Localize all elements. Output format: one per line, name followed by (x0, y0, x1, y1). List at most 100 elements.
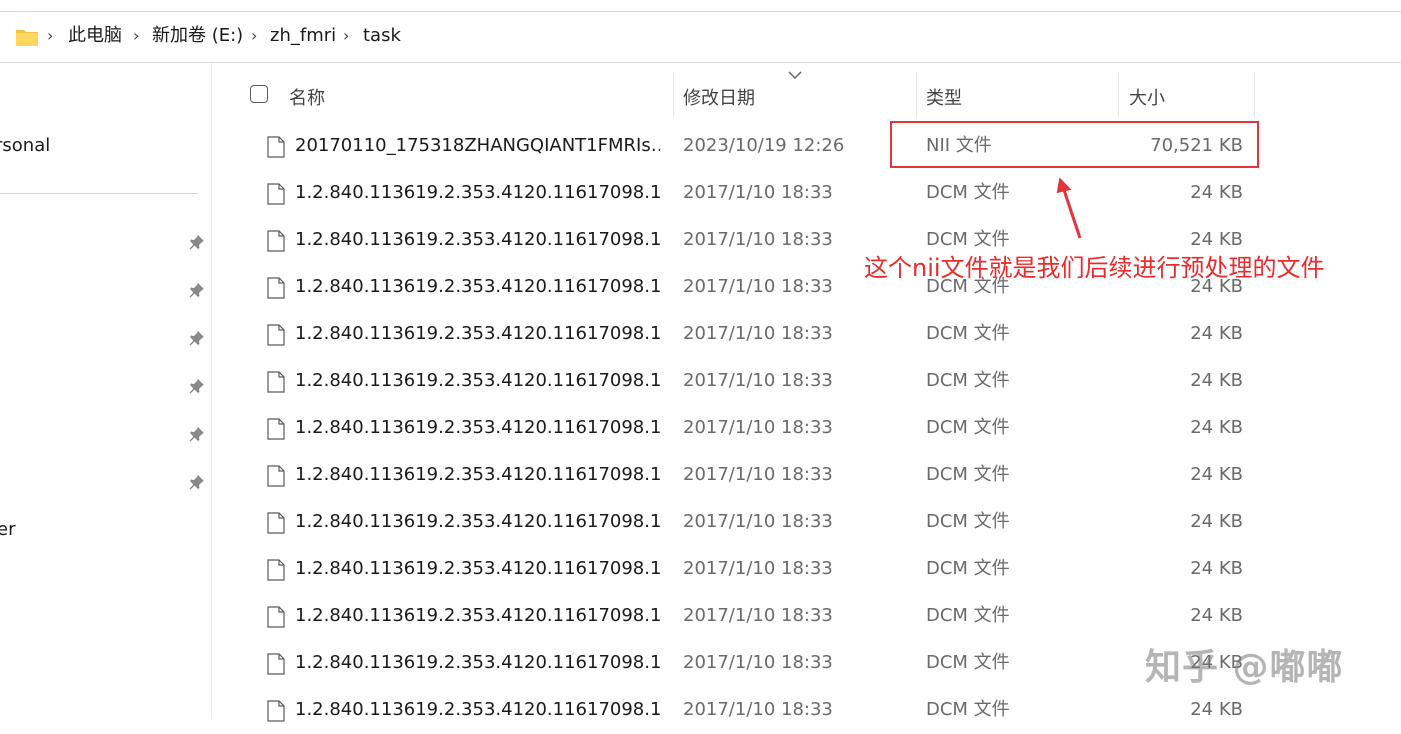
file-size: 24 KB (1190, 699, 1243, 720)
file-icon (267, 465, 285, 487)
file-row[interactable]: 1.2.840.113619.2.353.4120.11617098.19… 20… (240, 170, 1260, 217)
file-icon (267, 230, 285, 252)
nav-item-er[interactable]: er (0, 519, 15, 540)
file-name: 1.2.840.113619.2.353.4120.11617098.19… (295, 182, 660, 203)
file-name: 1.2.840.113619.2.353.4120.11617098.19… (295, 652, 660, 673)
file-name: 1.2.840.113619.2.353.4120.11617098.19… (295, 558, 660, 579)
file-size: 24 KB (1190, 370, 1243, 391)
file-size: 24 KB (1190, 182, 1243, 203)
file-row[interactable]: 1.2.840.113619.2.353.4120.11617098.19… 20… (240, 687, 1260, 734)
highlight-box (890, 121, 1259, 168)
chevron-right-icon[interactable]: › (251, 24, 257, 48)
file-row[interactable]: 1.2.840.113619.2.353.4120.11617098.19… 20… (240, 358, 1260, 405)
file-date: 2017/1/10 18:33 (683, 699, 833, 720)
chevron-right-icon[interactable]: › (47, 24, 53, 48)
file-date: 2023/10/19 12:26 (683, 135, 845, 156)
file-date: 2017/1/10 18:33 (683, 652, 833, 673)
file-row[interactable]: 1.2.840.113619.2.353.4120.11617098.19… 20… (240, 640, 1260, 687)
file-size: 24 KB (1190, 417, 1243, 438)
file-icon (267, 418, 285, 440)
file-icon (267, 324, 285, 346)
file-icon (267, 277, 285, 299)
pin-icon[interactable] (188, 425, 206, 443)
file-date: 2017/1/10 18:33 (683, 511, 833, 532)
file-date: 2017/1/10 18:33 (683, 370, 833, 391)
column-separator[interactable] (673, 72, 674, 118)
file-type: DCM 文件 (926, 370, 1010, 391)
file-name: 1.2.840.113619.2.353.4120.11617098.19… (295, 605, 660, 626)
file-type: DCM 文件 (926, 511, 1010, 532)
file-date: 2017/1/10 18:33 (683, 323, 833, 344)
column-separator[interactable] (1254, 72, 1255, 118)
breadcrumb-this-pc[interactable]: 此电脑 (68, 24, 122, 48)
file-icon (267, 371, 285, 393)
column-header-type[interactable]: 类型 (926, 84, 962, 110)
folder-icon (16, 30, 38, 46)
file-icon (267, 512, 285, 534)
file-row[interactable]: 1.2.840.113619.2.353.4120.11617098.19… 20… (240, 546, 1260, 593)
file-type: DCM 文件 (926, 652, 1010, 673)
file-row[interactable]: 1.2.840.113619.2.353.4120.11617098.19… 20… (240, 593, 1260, 640)
column-header-name[interactable]: 名称 (289, 84, 325, 110)
pin-icon[interactable] (188, 377, 206, 395)
file-name: 20170110_175318ZHANGQIANT1FMRIs… (295, 135, 660, 156)
file-date: 2017/1/10 18:33 (683, 182, 833, 203)
column-separator[interactable] (1118, 72, 1119, 118)
file-name: 1.2.840.113619.2.353.4120.11617098.19… (295, 323, 660, 344)
file-size: 24 KB (1190, 464, 1243, 485)
file-icon (267, 606, 285, 628)
file-name: 1.2.840.113619.2.353.4120.11617098.19… (295, 699, 660, 720)
file-row[interactable]: 1.2.840.113619.2.353.4120.11617098.19… 20… (240, 499, 1260, 546)
pin-icon[interactable] (188, 473, 206, 491)
file-icon (267, 700, 285, 722)
file-row[interactable]: 1.2.840.113619.2.353.4120.11617098.19… 20… (240, 452, 1260, 499)
file-icon (267, 653, 285, 675)
file-type: DCM 文件 (926, 229, 1010, 250)
file-name: 1.2.840.113619.2.353.4120.11617098.19… (295, 511, 660, 532)
arrow-icon (1056, 177, 1082, 239)
nav-divider (0, 193, 198, 194)
file-size: 24 KB (1190, 511, 1243, 532)
file-size: 24 KB (1190, 605, 1243, 626)
pin-icon[interactable] (188, 281, 206, 299)
nav-item-personal[interactable]: rsonal (0, 135, 50, 156)
pane-divider[interactable] (211, 63, 212, 718)
navigation-pane (0, 63, 212, 718)
column-header-date[interactable]: 修改日期 (683, 84, 755, 110)
file-name: 1.2.840.113619.2.353.4120.11617098.19… (295, 464, 660, 485)
select-all-checkbox[interactable] (250, 85, 268, 103)
file-type: DCM 文件 (926, 182, 1010, 203)
file-date: 2017/1/10 18:33 (683, 276, 833, 297)
file-name: 1.2.840.113619.2.353.4120.11617098.19… (295, 417, 660, 438)
file-date: 2017/1/10 18:33 (683, 605, 833, 626)
breadcrumb-volume-e[interactable]: 新加卷 (E:) (152, 24, 243, 48)
file-row[interactable]: 1.2.840.113619.2.353.4120.11617098.19… 20… (240, 311, 1260, 358)
file-date: 2017/1/10 18:33 (683, 417, 833, 438)
file-name: 1.2.840.113619.2.353.4120.11617098.19… (295, 229, 660, 250)
pin-icon[interactable] (188, 329, 206, 347)
breadcrumb-task[interactable]: task (363, 24, 401, 48)
watermark: 知乎 @嘟嘟 (1145, 647, 1344, 688)
file-type: DCM 文件 (926, 417, 1010, 438)
file-icon (267, 136, 285, 158)
pin-icon[interactable] (188, 233, 206, 251)
annotation-text: 这个nii文件就是我们后续进行预处理的文件 (864, 254, 1325, 282)
sort-descending-icon (788, 71, 802, 80)
file-date: 2017/1/10 18:33 (683, 229, 833, 250)
chevron-right-icon[interactable]: › (343, 24, 349, 48)
file-type: DCM 文件 (926, 323, 1010, 344)
file-type: DCM 文件 (926, 558, 1010, 579)
file-size: 24 KB (1190, 558, 1243, 579)
file-size: 24 KB (1190, 229, 1243, 250)
breadcrumb-zh-fmri[interactable]: zh_fmri (270, 24, 336, 48)
column-header-size[interactable]: 大小 (1129, 84, 1165, 110)
address-bar[interactable]: › 此电脑 › 新加卷 (E:) › zh_fmri › task (0, 11, 1401, 63)
file-name: 1.2.840.113619.2.353.4120.11617098.19… (295, 370, 660, 391)
file-name: 1.2.840.113619.2.353.4120.11617098.19… (295, 276, 660, 297)
column-separator[interactable] (916, 72, 917, 118)
file-size: 24 KB (1190, 323, 1243, 344)
file-icon (267, 559, 285, 581)
chevron-right-icon[interactable]: › (133, 24, 139, 48)
file-icon (267, 183, 285, 205)
file-row[interactable]: 1.2.840.113619.2.353.4120.11617098.19… 20… (240, 405, 1260, 452)
